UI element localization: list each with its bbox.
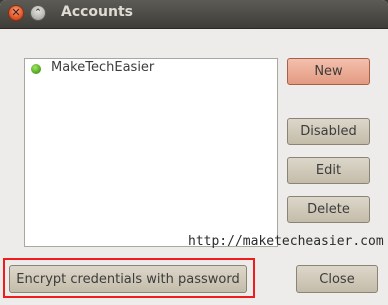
minimize-icon: ⌃ [34,8,42,18]
new-button[interactable]: New [287,58,370,85]
delete-button[interactable]: Delete [287,196,370,223]
online-status-icon [31,64,41,74]
disabled-button[interactable]: Disabled [287,118,370,145]
encrypt-credentials-button[interactable]: Encrypt credentials with password [9,265,247,293]
edit-button[interactable]: Edit [287,157,370,184]
window-close-button[interactable]: ✕ [8,5,24,21]
accounts-list[interactable]: MakeTechEasier [24,58,278,247]
watermark-url: http://maketecheasier.com [188,234,384,249]
window-title: Accounts [61,4,134,20]
close-icon: ✕ [11,6,21,19]
title-bar: ✕ ⌃ Accounts [0,0,388,29]
list-item[interactable]: MakeTechEasier [25,59,277,79]
close-button[interactable]: Close [296,265,378,293]
account-name: MakeTechEasier [51,60,155,75]
accounts-window: ✕ ⌃ Accounts MakeTechEasier New Disabled… [0,0,388,305]
window-minimize-button[interactable]: ⌃ [30,5,46,21]
